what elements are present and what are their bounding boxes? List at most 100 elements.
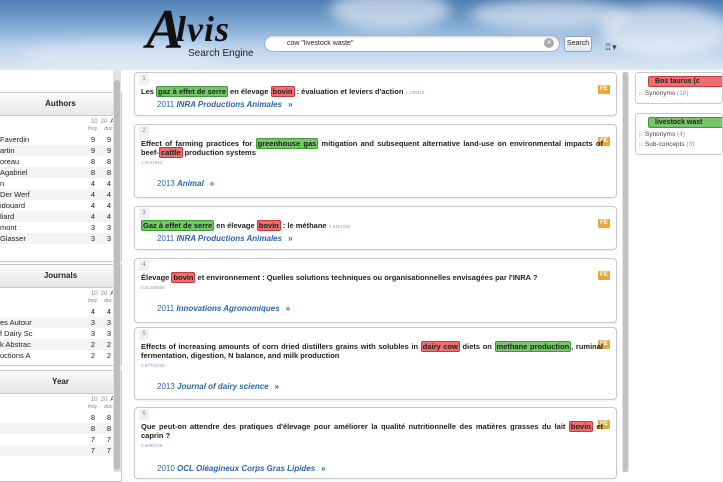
concept-relation[interactable]: ▷ Synonyms (4) [636,130,722,140]
result-title[interactable]: Que peut-on attendre des pratiques d'éle… [141,421,603,450]
expand-chevron-icon[interactable]: » [288,100,292,109]
concept-label[interactable]: Bos taurus (c [648,76,722,87]
title-text: Effects of increasing amounts of corn dr… [141,342,421,351]
facet-label[interactable]: idouard [0,200,66,211]
result-citation: 2013 Journal of dairy science » [157,382,279,391]
result-year: 2013 [157,382,178,391]
expand-chevron-icon[interactable]: » [210,179,214,188]
result-year: 2011 [157,304,177,313]
clear-icon[interactable]: × [544,38,554,48]
journal-link[interactable]: Journal of dairy science [177,382,269,391]
facet-label[interactable]: f Dairy Sc [0,328,66,339]
facet-label[interactable]: es Autour [0,317,66,328]
expand-chevron-icon[interactable]: » [275,382,279,391]
result-citation: 2011 Innovations Agronomiques » [157,304,290,313]
title-text: production systems [182,148,256,157]
facet-label[interactable]: oreau [0,156,66,167]
concept-relation[interactable]: ▷ Synonyms (18) [636,89,722,99]
result-card: 1 FE Les gaz à effet de serre en élevage b… [134,72,617,116]
facet-row[interactable]: 77 [0,434,121,445]
facet-label[interactable]: Faverdin [0,134,66,145]
facet-row[interactable]: Der Werf 4 4 [0,189,121,200]
relevance-score: 0.5698726 [141,443,163,448]
expand-triangle-icon: ▷ [639,142,643,148]
journal-link[interactable]: Animal [177,179,204,188]
result-citation: 2011 INRA Productions Animales » [157,234,293,243]
result-number: 2 [139,126,149,137]
term-highlight: methane production [494,341,572,352]
term-highlight: bovin [256,220,281,231]
concept-relation[interactable]: ▷ Sub-concepts (3) [636,140,722,150]
facet-row[interactable]: 44 [0,306,121,317]
user-menu-icon[interactable]: ♖▾ [604,42,617,53]
concepts-panel: Bos taurus (c ▷ Synonyms (18) livestock was… [635,72,723,164]
title-text: Effect of farming practices for [141,139,256,148]
facet-row[interactable]: k Abstrac 2 2 [0,339,121,350]
title-text: en élevage [227,87,271,96]
facet-title: Authors [0,93,121,116]
result-number: 6 [139,409,149,420]
expand-chevron-icon[interactable]: » [286,304,290,313]
topn-selector: 1020All [0,394,121,403]
facet-label[interactable]: k Abstrac [0,339,66,350]
facet-label[interactable]: liard [0,211,66,222]
result-year: 2013 [157,179,178,188]
facet-freq: 8 [90,413,96,422]
journal-link[interactable]: INRA Productions Animales [176,100,282,109]
facet-freq: 8 [90,424,96,433]
facet-row[interactable]: liard 4 4 [0,211,121,222]
freq-header: freq. [88,298,99,304]
facets-panel: Authors 1020Allfreq.doc.Faverdin99artin9… [0,92,122,482]
result-title[interactable]: Élevage bovin et environnement : Quelles… [141,272,603,292]
facet-row[interactable]: artin 9 9 [0,145,121,156]
facet-freq: 4 [90,201,96,210]
facet-label[interactable]: uctions A [0,350,66,361]
result-title[interactable]: Les gaz à effet de serre en élevage bovi… [141,86,603,97]
facet-row[interactable]: 77 [0,445,121,456]
result-title[interactable]: Effect of farming practices for greenhou… [141,138,603,167]
facet-row[interactable]: oreau 8 8 [0,156,121,167]
concept-label[interactable]: livestock wast [648,117,722,128]
search-input[interactable] [287,37,535,49]
term-highlight: gaz à effet de serre [156,86,228,97]
facet-label[interactable]: artin [0,145,66,156]
freq-header: freq. [88,404,99,410]
facet-row[interactable]: mont 3 3 [0,222,121,233]
result-title[interactable]: Effects of increasing amounts of corn dr… [141,341,603,370]
facet-row[interactable]: uctions A22 [0,350,121,361]
facet-row[interactable]: idouard 4 4 [0,200,121,211]
facet-label[interactable]: mont [0,222,66,233]
expand-chevron-icon[interactable]: » [288,234,292,243]
search-button[interactable]: Search [564,36,592,52]
results-scrollbar[interactable] [622,72,629,472]
facet-column-header: freq. doc. [0,297,121,306]
facet-label[interactable]: n [0,178,66,189]
journal-link[interactable]: INRA Productions Animales [176,234,282,243]
journal-link[interactable]: Innovations Agronomiques [176,304,279,313]
facet-rows: Faverdin 9 9 artin 9 9 oreau 8 8 Agabriel 8 8 n 4 4 Der… [0,134,121,244]
result-title[interactable]: Gaz à effet de serre en élevage bovin : … [141,220,603,231]
result-year: 2011 [157,234,177,243]
left-scrollbar[interactable] [113,70,121,472]
facet-row[interactable]: es Autour 3 3 [0,317,121,328]
facet-freq: 3 [90,329,96,338]
facet-label[interactable]: Agabriel [0,167,66,178]
result-number: 1 [139,74,149,85]
alvis-logo: A lvis Search Engine [146,0,254,61]
relevance-score: 0.81488855 [141,285,165,290]
facet-label[interactable]: Glasser [0,233,66,244]
facet-label[interactable]: Der Werf [0,189,66,200]
topn-selector: 1020All [0,288,121,297]
facet-row[interactable]: Glasser 3 3 [0,233,121,244]
facet-row[interactable]: f Dairy Sc 3 3 [0,328,121,339]
results-list: 1 FE Les gaz à effet de serre en élevage b… [134,72,617,479]
facet-row[interactable]: n44 [0,178,121,189]
facet-title: Journals [0,265,121,288]
title-text: : évaluation et leviers d'action [294,87,404,96]
facet-row[interactable]: Faverdin 9 9 [0,134,121,145]
relation-label: Synonyms [644,90,678,97]
facet-row[interactable]: Agabriel 8 8 [0,167,121,178]
concept-box: Bos taurus (c ▷ Synonyms (18) [635,72,723,104]
facet-row[interactable]: 88 [0,412,121,423]
facet-row[interactable]: 88 [0,423,121,434]
